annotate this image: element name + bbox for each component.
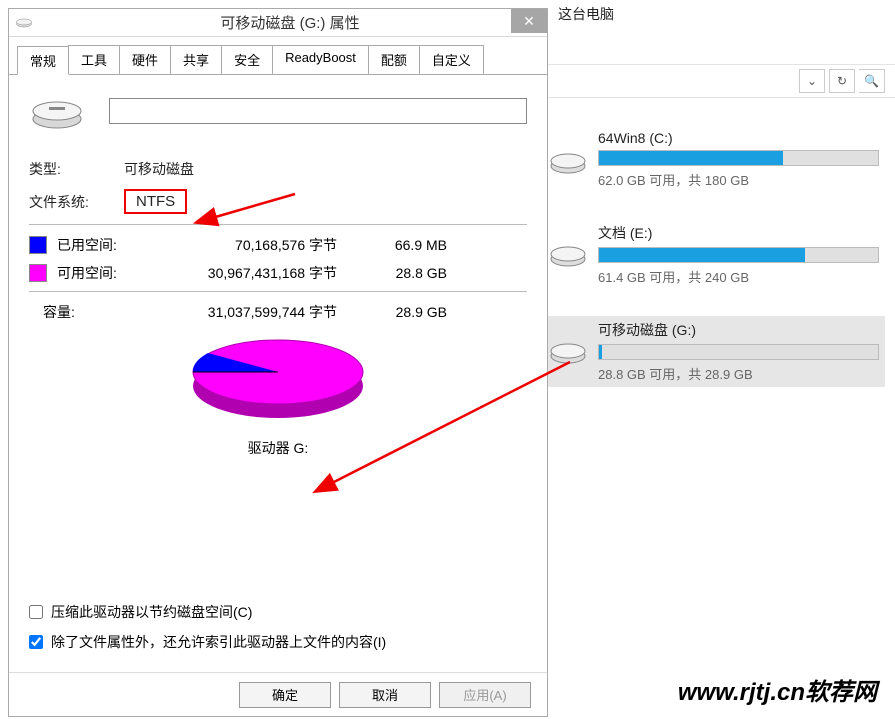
capacity-bytes: 31,037,599,744 字节 bbox=[147, 302, 337, 322]
drive-icon bbox=[548, 336, 588, 366]
drive-list: 64Win8 (C:) 62.0 GB 可用，共 180 GB 文档 (E:) … bbox=[548, 98, 895, 423]
refresh-icon: ↻ bbox=[837, 74, 847, 88]
used-space-row: 已用空间: 70,168,576 字节 66.9 MB bbox=[29, 235, 527, 255]
free-bytes: 30,967,431,168 字节 bbox=[147, 263, 337, 283]
drive-name: 文档 (E:) bbox=[598, 223, 879, 243]
used-pretty: 66.9 MB bbox=[367, 237, 447, 253]
drive-item[interactable]: 64Win8 (C:) 62.0 GB 可用，共 180 GB bbox=[548, 126, 885, 193]
tab-hardware[interactable]: 硬件 bbox=[119, 45, 171, 74]
type-value: 可移动磁盘 bbox=[124, 159, 194, 179]
free-label: 可用空间: bbox=[57, 263, 147, 283]
search-button[interactable]: 🔍 bbox=[859, 69, 885, 93]
refresh-button[interactable]: ↻ bbox=[829, 69, 855, 93]
drive-stats: 62.0 GB 可用，共 180 GB bbox=[598, 170, 879, 189]
tab-general[interactable]: 常规 bbox=[17, 46, 69, 75]
capacity-label: 容量: bbox=[29, 302, 147, 322]
used-bytes: 70,168,576 字节 bbox=[147, 235, 337, 255]
pie-label: 驱动器 G: bbox=[248, 438, 309, 458]
filesystem-value: NTFS bbox=[124, 189, 187, 214]
capacity-pretty: 28.9 GB bbox=[367, 304, 447, 320]
tab-tools[interactable]: 工具 bbox=[68, 45, 120, 74]
tab-quota[interactable]: 配额 bbox=[368, 45, 420, 74]
tab-sharing[interactable]: 共享 bbox=[170, 45, 222, 74]
divider bbox=[29, 291, 527, 292]
drive-icon bbox=[15, 16, 33, 30]
index-checkbox[interactable] bbox=[29, 635, 43, 649]
compress-checkbox[interactable] bbox=[29, 605, 43, 619]
used-label: 已用空间: bbox=[57, 235, 147, 255]
drive-stats: 28.8 GB 可用，共 28.9 GB bbox=[598, 364, 879, 383]
drive-item[interactable]: 文档 (E:) 61.4 GB 可用，共 240 GB bbox=[548, 219, 885, 290]
dropdown-button[interactable]: ⌄ bbox=[799, 69, 825, 93]
usage-bar bbox=[598, 344, 879, 360]
watermark: www.rjtj.cn软荐网 bbox=[678, 672, 877, 707]
type-label: 类型: bbox=[29, 159, 124, 179]
dialog-body: 类型: 可移动磁盘 文件系统: NTFS 已用空间: 70,168,576 字节… bbox=[9, 75, 547, 672]
close-button[interactable]: ✕ bbox=[511, 9, 547, 33]
explorer-title: 这台电脑 bbox=[548, 0, 895, 28]
dialog-buttons: 确定 取消 应用(A) bbox=[9, 672, 547, 716]
drive-icon bbox=[548, 239, 588, 269]
dialog-title: 可移动磁盘 (G:) 属性 bbox=[33, 12, 547, 33]
cancel-button[interactable]: 取消 bbox=[339, 682, 431, 708]
tab-security[interactable]: 安全 bbox=[221, 45, 273, 74]
ok-button[interactable]: 确定 bbox=[239, 682, 331, 708]
tab-bar: 常规 工具 硬件 共享 安全 ReadyBoost 配额 自定义 bbox=[9, 45, 547, 75]
used-swatch bbox=[29, 236, 47, 254]
filesystem-label: 文件系统: bbox=[29, 192, 124, 212]
drive-name: 64Win8 (C:) bbox=[598, 130, 879, 146]
explorer-toolbar: ⌄ ↻ 🔍 bbox=[548, 64, 895, 98]
search-icon: 🔍 bbox=[864, 74, 879, 88]
free-swatch bbox=[29, 264, 47, 282]
drive-name: 可移动磁盘 (G:) bbox=[598, 320, 879, 340]
usage-bar bbox=[598, 247, 879, 263]
explorer-panel: 这台电脑 ⌄ ↻ 🔍 64Win8 (C:) 62.0 GB 可用，共 180 … bbox=[548, 0, 895, 719]
properties-dialog: 可移动磁盘 (G:) 属性 ✕ 常规 工具 硬件 共享 安全 ReadyBoos… bbox=[8, 8, 548, 717]
apply-button[interactable]: 应用(A) bbox=[439, 682, 531, 708]
titlebar: 可移动磁盘 (G:) 属性 ✕ bbox=[9, 9, 547, 37]
tab-readyboost[interactable]: ReadyBoost bbox=[272, 45, 369, 74]
drive-item-selected[interactable]: 可移动磁盘 (G:) 28.8 GB 可用，共 28.9 GB bbox=[548, 316, 885, 387]
capacity-row: 容量: 31,037,599,744 字节 28.9 GB bbox=[29, 302, 527, 322]
free-pretty: 28.8 GB bbox=[367, 265, 447, 281]
volume-name-input[interactable] bbox=[109, 98, 527, 124]
compress-label: 压缩此驱动器以节约磁盘空间(C) bbox=[51, 602, 252, 622]
index-label: 除了文件属性外，还允许索引此驱动器上文件的内容(I) bbox=[51, 632, 386, 652]
drive-stats: 61.4 GB 可用，共 240 GB bbox=[598, 267, 879, 286]
pie-chart: 驱动器 G: bbox=[29, 328, 527, 458]
chevron-down-icon: ⌄ bbox=[807, 74, 817, 88]
index-checkbox-row[interactable]: 除了文件属性外，还允许索引此驱动器上文件的内容(I) bbox=[29, 632, 386, 652]
compress-checkbox-row[interactable]: 压缩此驱动器以节约磁盘空间(C) bbox=[29, 602, 386, 622]
drive-icon-large bbox=[29, 91, 85, 131]
usage-bar bbox=[598, 150, 879, 166]
free-space-row: 可用空间: 30,967,431,168 字节 28.8 GB bbox=[29, 263, 527, 283]
drive-icon bbox=[548, 146, 588, 176]
divider bbox=[29, 224, 527, 225]
tab-custom[interactable]: 自定义 bbox=[419, 45, 484, 74]
